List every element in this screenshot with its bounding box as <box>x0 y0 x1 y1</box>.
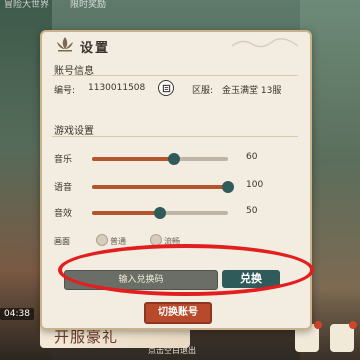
account-id-value: 1130011508 <box>88 83 146 93</box>
lotus-icon <box>57 37 73 52</box>
redeem-button[interactable]: 兑换 <box>222 270 280 288</box>
notification-dot <box>349 321 357 329</box>
settings-panel: 设置 账号信息 编号: 1130011508 区服: 金玉满堂 13服 游戏设置… <box>40 30 312 330</box>
sfx-label: 音效 <box>54 209 73 219</box>
quality-smooth-radio[interactable] <box>150 234 162 246</box>
cloud-ornament-icon <box>231 38 299 48</box>
account-id-label: 编号: <box>54 86 76 96</box>
switch-account-button[interactable]: 切换账号 <box>144 302 212 324</box>
game-settings-label: 游戏设置 <box>54 126 94 137</box>
sfx-slider-knob[interactable] <box>154 207 166 219</box>
divider <box>52 75 298 76</box>
quality-normal-radio[interactable] <box>96 234 108 246</box>
top-tab-rewards[interactable]: 限时奖励 <box>70 0 106 11</box>
quality-label: 画面 <box>54 237 70 246</box>
timer-badge: 04:38 <box>0 308 34 320</box>
voice-label: 语音 <box>54 183 73 193</box>
settings-header: 设置 <box>42 32 310 56</box>
tap-empty-to-exit-hint: 点击空白退出 <box>148 346 196 355</box>
copy-icon <box>162 84 170 92</box>
redeem-code-input[interactable]: 输入兑换码 <box>64 270 218 290</box>
voice-slider[interactable] <box>92 181 234 193</box>
sfx-slider-fill <box>92 211 160 215</box>
music-slider-row: 音乐 60 <box>54 152 298 165</box>
sfx-slider-row: 音效 50 <box>54 206 298 219</box>
top-tabs: 冒险大世界 限时奖励 <box>0 0 360 12</box>
voice-value: 100 <box>246 180 264 190</box>
redeem-row: 输入兑换码 兑换 <box>64 268 290 294</box>
voice-slider-knob[interactable] <box>222 181 234 193</box>
music-value: 60 <box>246 152 258 162</box>
music-slider-knob[interactable] <box>167 153 180 165</box>
server-value: 金玉满堂 13服 <box>222 86 282 96</box>
music-slider-fill <box>92 157 174 161</box>
side-button-2[interactable] <box>330 321 357 352</box>
quality-normal-label: 普通 <box>110 237 126 246</box>
music-label: 音乐 <box>54 155 73 165</box>
copy-id-button[interactable] <box>158 80 174 96</box>
divider <box>52 136 298 137</box>
voice-slider-row: 语音 100 <box>54 180 298 193</box>
top-tab-adventure[interactable]: 冒险大世界 <box>4 0 49 11</box>
music-slider[interactable] <box>92 153 228 165</box>
sfx-value: 50 <box>246 206 258 216</box>
notification-dot <box>313 321 322 329</box>
settings-title: 设置 <box>80 41 111 56</box>
quality-smooth-label: 流畅 <box>164 237 180 246</box>
server-label: 区服: <box>192 86 214 96</box>
voice-slider-fill <box>92 185 228 189</box>
sfx-slider[interactable] <box>92 207 228 219</box>
